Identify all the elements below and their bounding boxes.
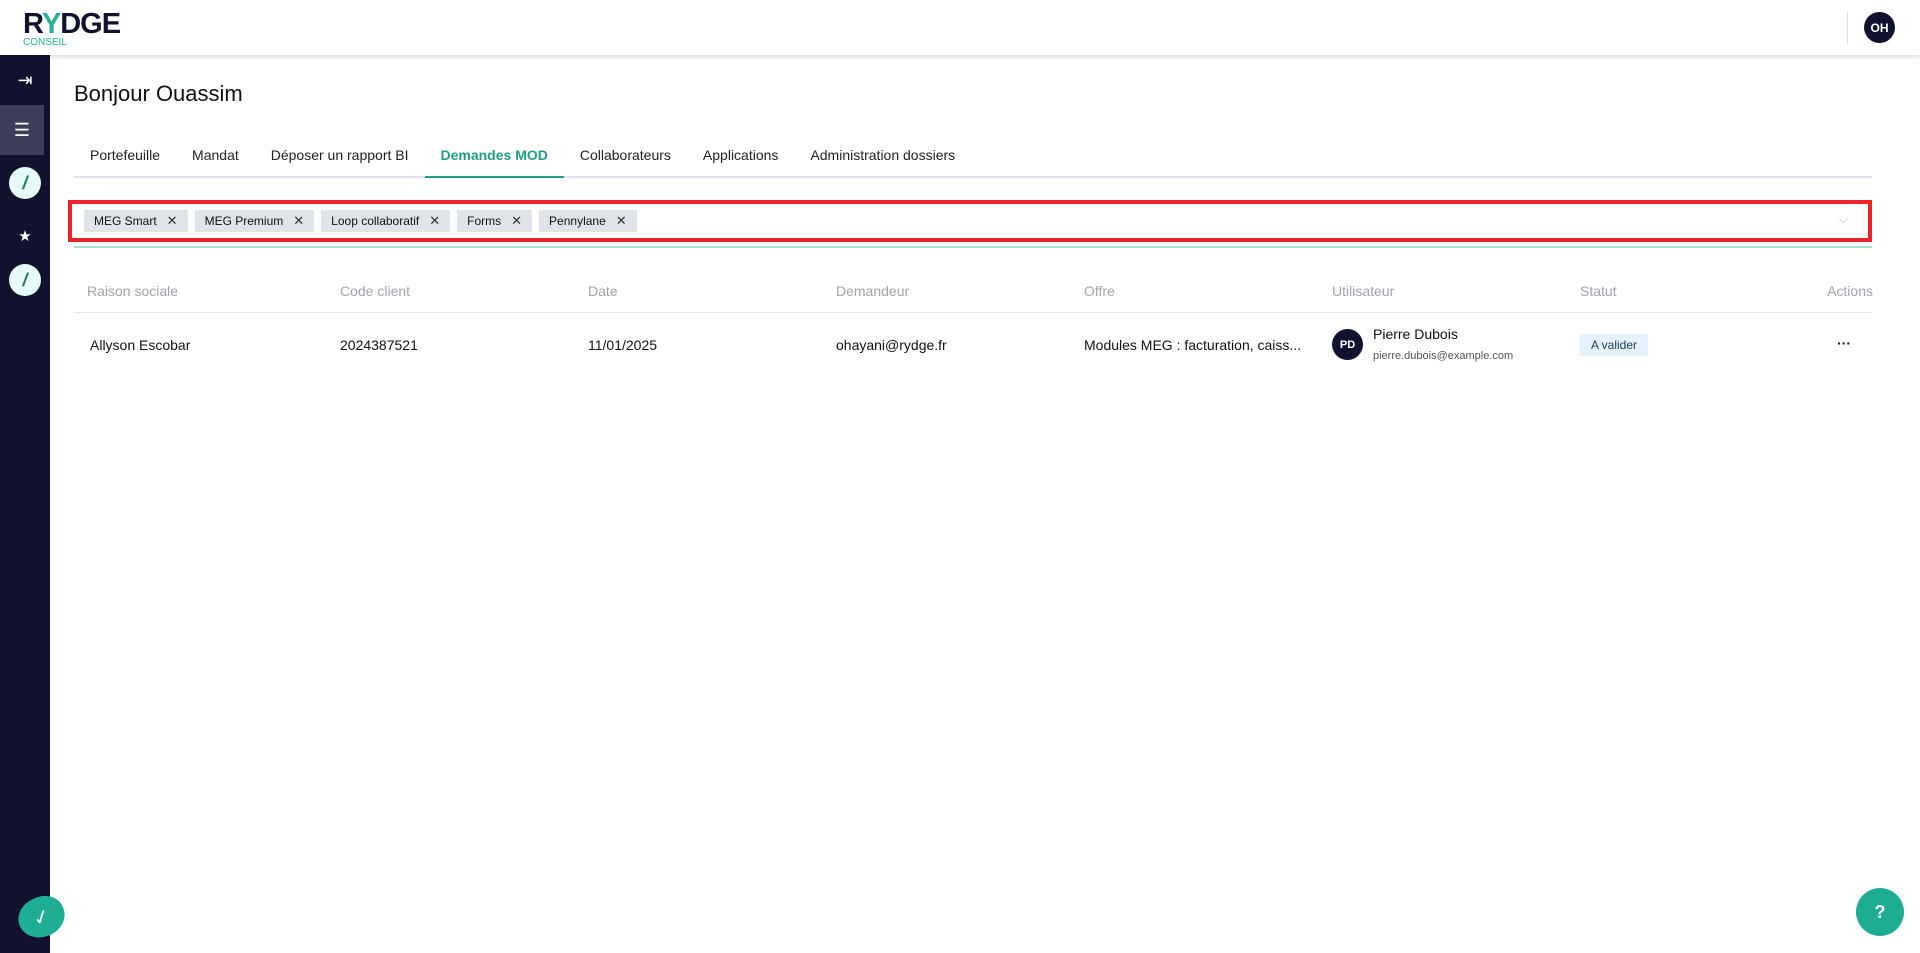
app-shortcut-2[interactable]: / xyxy=(0,255,50,305)
tab-administration-dossiers[interactable]: Administration dossiers xyxy=(794,140,971,178)
col-utilisateur[interactable]: Utilisateur xyxy=(1332,283,1394,299)
filter-chip: MEG Premium ✕ xyxy=(194,210,315,232)
star-icon[interactable]: ★ xyxy=(0,211,50,261)
app-shortcut-1[interactable]: / xyxy=(0,158,50,208)
user-avatar[interactable]: OH xyxy=(1864,12,1895,43)
tab-deposer-rapport-bi[interactable]: Déposer un rapport BI xyxy=(255,140,425,178)
user-email: pierre.dubois@example.com xyxy=(1373,350,1514,362)
col-code-client[interactable]: Code client xyxy=(340,283,410,299)
remove-chip-icon[interactable]: ✕ xyxy=(511,213,522,229)
rydge-logo[interactable]: RYDGE CONSEIL xyxy=(23,8,121,48)
filter-chip: Loop collaboratif ✕ xyxy=(321,210,451,232)
help-button[interactable]: ? xyxy=(1856,888,1904,936)
tab-mandat[interactable]: Mandat xyxy=(176,140,255,178)
chip-label: MEG Smart xyxy=(94,214,157,228)
filter-chip: Forms ✕ xyxy=(457,210,533,232)
filter-chip: MEG Smart ✕ xyxy=(84,210,188,232)
remove-chip-icon[interactable]: ✕ xyxy=(167,213,178,229)
slash-logo-icon: / xyxy=(9,264,41,296)
list-icon[interactable]: ☰ xyxy=(0,105,44,155)
header-divider xyxy=(1847,12,1848,44)
expand-sidebar-icon[interactable]: ⇥ xyxy=(0,55,50,105)
tab-collaborateurs[interactable]: Collaborateurs xyxy=(564,140,687,178)
remove-chip-icon[interactable]: ✕ xyxy=(616,213,627,229)
col-offre[interactable]: Offre xyxy=(1084,283,1115,299)
top-header: RYDGE CONSEIL OH xyxy=(0,0,1920,55)
filter-underline xyxy=(74,246,1872,248)
logo-word: RYDGE xyxy=(23,8,121,40)
tab-demandes-mod[interactable]: Demandes MOD xyxy=(424,140,564,178)
status-badge: A valider xyxy=(1580,334,1649,356)
slash-logo-icon: / xyxy=(9,167,41,199)
cell-demandeur: ohayani@rydge.fr xyxy=(836,337,947,353)
page-title: Bonjour Ouassim xyxy=(74,81,243,106)
tab-bar: Portefeuille Mandat Déposer un rapport B… xyxy=(74,140,1872,178)
chevron-down-icon[interactable]: ⌵ xyxy=(1839,212,1848,227)
remove-chip-icon[interactable]: ✕ xyxy=(293,213,304,229)
sidebar: ⇥ ☰ / ★ / xyxy=(0,55,50,953)
header-divider-line xyxy=(74,312,1872,313)
col-actions: Actions xyxy=(1827,283,1873,299)
filter-chip: Pennylane ✕ xyxy=(539,210,637,232)
user-name: Pierre Dubois xyxy=(1373,326,1458,342)
cell-code-client: 2024387521 xyxy=(340,337,418,353)
cell-date: 11/01/2025 xyxy=(588,337,658,353)
cell-raison-sociale: Allyson Escobar xyxy=(90,337,191,353)
cell-offre: Modules MEG : facturation, caiss... xyxy=(1084,337,1302,353)
chip-label: Pennylane xyxy=(549,214,606,228)
col-demandeur[interactable]: Demandeur xyxy=(836,283,909,299)
chip-label: Loop collaboratif xyxy=(331,214,420,228)
user-avatar: PD xyxy=(1332,329,1363,360)
row-actions-menu[interactable]: ··· xyxy=(1837,335,1851,351)
tab-portefeuille[interactable]: Portefeuille xyxy=(74,140,176,178)
tab-applications[interactable]: Applications xyxy=(687,140,795,178)
offer-multiselect-filter[interactable]: MEG Smart ✕ MEG Premium ✕ Loop collaborati… xyxy=(68,200,1872,242)
col-date[interactable]: Date xyxy=(588,283,618,299)
col-raison-sociale[interactable]: Raison sociale xyxy=(87,283,178,299)
chip-label: MEG Premium xyxy=(204,214,284,228)
col-statut[interactable]: Statut xyxy=(1580,283,1617,299)
chip-label: Forms xyxy=(467,214,502,228)
remove-chip-icon[interactable]: ✕ xyxy=(429,213,440,229)
